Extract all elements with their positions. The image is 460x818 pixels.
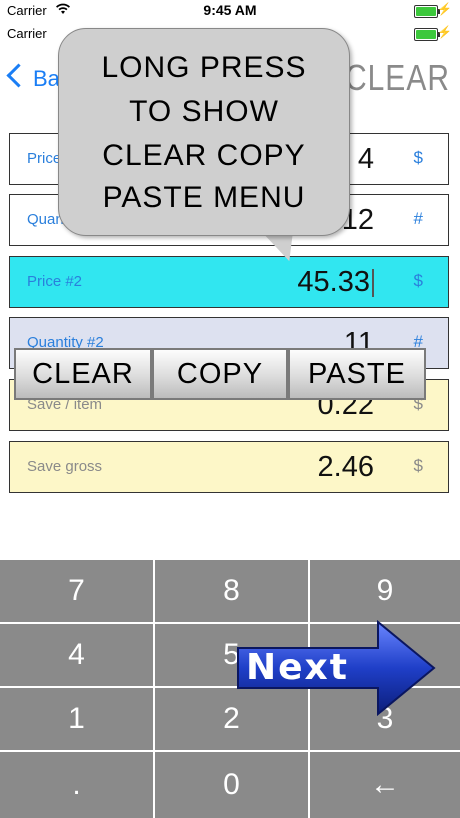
field-label: Price #2 <box>27 273 83 290</box>
key-0[interactable]: 0 <box>155 752 308 818</box>
carrier-label-secondary: Carrier <box>7 26 47 41</box>
menu-clear-button[interactable]: CLEAR <box>14 348 152 400</box>
charging-icon-secondary: ⚡ <box>437 25 452 39</box>
next-button[interactable]: Next <box>236 620 436 716</box>
battery-icon <box>414 5 440 18</box>
menu-paste-button[interactable]: PASTE <box>288 348 426 400</box>
charging-icon: ⚡ <box>437 2 452 16</box>
field-value-text: 45.33 <box>297 266 370 298</box>
field-save-gross: Save gross 2.46 $ <box>9 441 449 493</box>
tooltip-line: LONG PRESS <box>101 51 307 84</box>
key-1[interactable]: 1 <box>0 688 153 750</box>
back-button[interactable]: Ba <box>6 63 60 92</box>
field-price-2[interactable]: Price #2 45.33 $ <box>9 256 449 308</box>
battery-icon-secondary <box>414 28 440 41</box>
field-label: Price <box>27 150 62 167</box>
edit-menu: CLEAR COPY PASTE <box>14 348 426 400</box>
field-value: 2.46 <box>317 451 374 483</box>
dollar-unit: $ <box>413 271 423 290</box>
tooltip-line: TO SHOW <box>129 95 279 128</box>
menu-copy-button[interactable]: COPY <box>152 348 288 400</box>
chevron-left-icon <box>6 63 31 88</box>
clock-time: 9:45 AM <box>203 2 257 18</box>
tooltip-line: PASTE MENU <box>102 181 306 214</box>
dollar-unit: $ <box>413 456 423 475</box>
key-backspace[interactable]: ← <box>310 752 460 818</box>
key-7[interactable]: 7 <box>0 560 153 622</box>
key-9[interactable]: 9 <box>310 560 460 622</box>
clear-all-button[interactable]: CLEAR <box>345 59 450 100</box>
text-cursor <box>372 269 374 298</box>
field-value-active: 45.33 <box>297 266 374 299</box>
tooltip-line: CLEAR COPY <box>102 139 306 172</box>
key-8[interactable]: 8 <box>155 560 308 622</box>
status-bar: Carrier 9:45 AM ⚡ <box>0 0 460 22</box>
next-label: Next <box>246 647 349 688</box>
field-value: 4 <box>357 143 374 175</box>
count-unit: # <box>413 209 423 228</box>
dollar-unit: $ <box>413 148 423 167</box>
back-label: Ba <box>33 66 60 91</box>
key-4[interactable]: 4 <box>0 624 153 686</box>
field-label: Save gross <box>27 458 103 475</box>
key-decimal[interactable]: . <box>0 752 153 818</box>
tooltip-bubble: LONG PRESS TO SHOW CLEAR COPY PASTE MENU <box>58 28 350 236</box>
